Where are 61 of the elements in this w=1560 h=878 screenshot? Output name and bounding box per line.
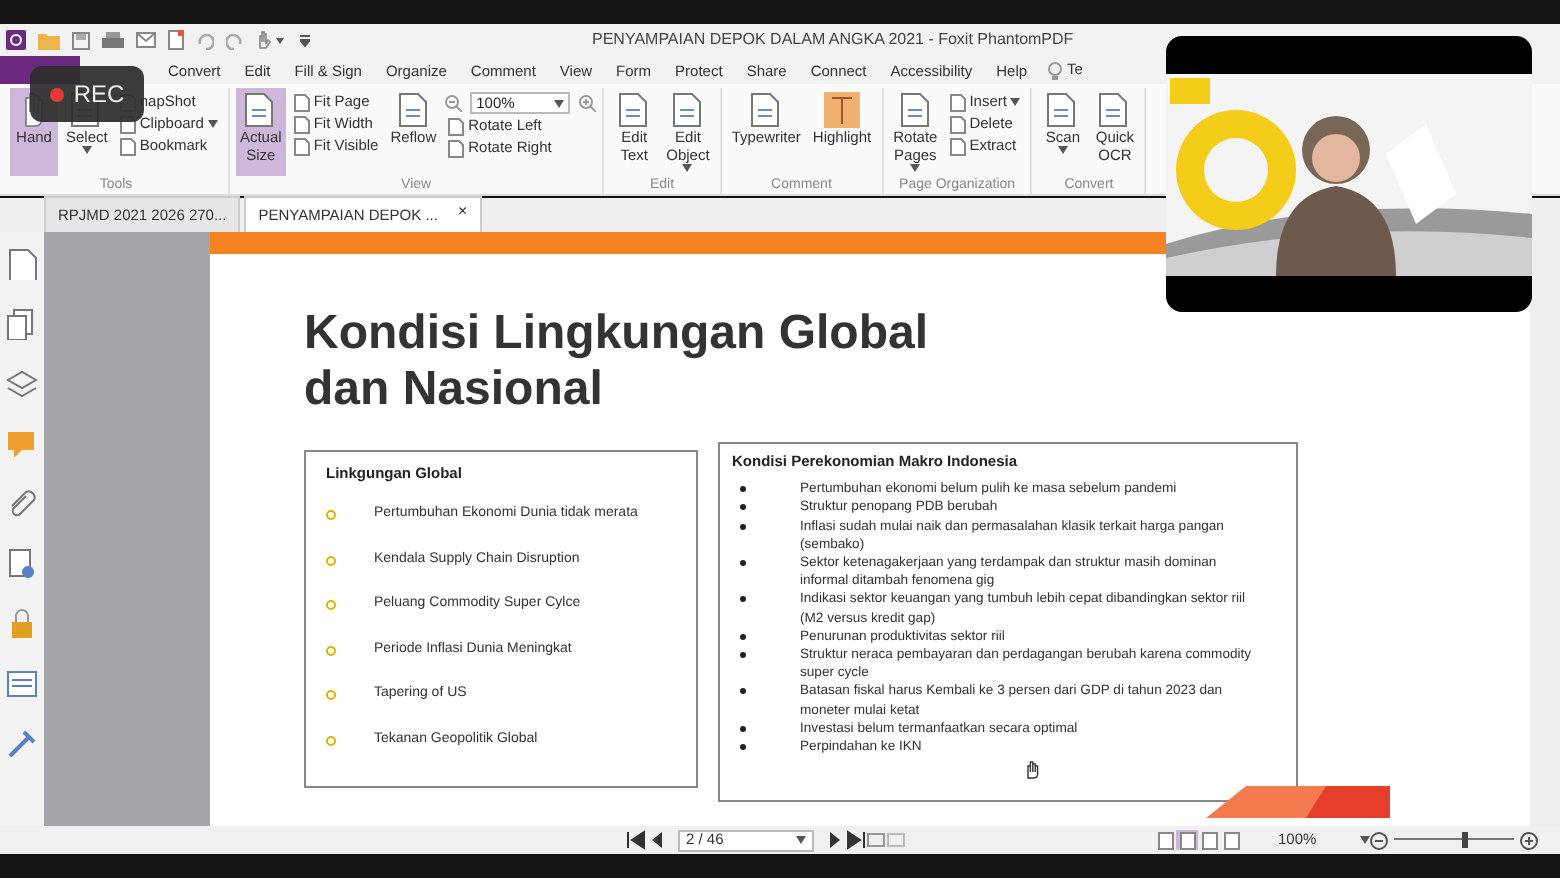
last-page-icon[interactable] xyxy=(846,830,866,850)
new-page-icon[interactable] xyxy=(168,30,184,50)
page-icon[interactable] xyxy=(6,248,38,280)
bullet-icon xyxy=(740,688,746,695)
bullet-icon xyxy=(326,600,336,610)
signature-icon[interactable] xyxy=(6,548,38,580)
page-icon xyxy=(616,92,653,128)
page-icon xyxy=(395,92,432,128)
window-title: PENYAMPAIAN DEPOK DALAM ANGKA 2021 - Foxit PhantomPDF xyxy=(592,28,1074,52)
bullet-icon xyxy=(740,596,746,603)
page-icon xyxy=(748,92,785,128)
page-icon xyxy=(1044,92,1081,128)
bullet-icon xyxy=(326,735,336,745)
bullet-icon xyxy=(326,555,336,565)
page-icon xyxy=(897,92,934,128)
bullet-icon xyxy=(740,652,746,659)
app-logo-icon[interactable] xyxy=(6,30,26,50)
attachment-icon[interactable] xyxy=(6,488,38,520)
hand-dropdown-icon[interactable] xyxy=(256,30,288,50)
lightbulb-icon xyxy=(1047,61,1062,79)
page-icon xyxy=(669,92,706,128)
bullet-icon xyxy=(740,744,746,751)
bullet-icon xyxy=(740,725,746,732)
undo-icon[interactable] xyxy=(196,31,214,49)
destination-icon[interactable] xyxy=(6,668,38,700)
layers-icon[interactable] xyxy=(6,368,38,400)
caret-icon xyxy=(554,99,565,107)
first-page-icon[interactable] xyxy=(626,830,646,850)
bullet-icon xyxy=(326,690,336,700)
slide-title: Kondisi Lingkungan Global dan Nasional xyxy=(304,306,930,418)
redo-icon[interactable] xyxy=(226,31,244,49)
mail-icon[interactable] xyxy=(136,32,156,48)
page-icon xyxy=(1096,92,1133,128)
print-icon[interactable] xyxy=(102,31,124,49)
close-button[interactable]: × xyxy=(457,203,468,226)
customize-icon[interactable] xyxy=(300,33,310,47)
bullet-icon xyxy=(326,645,336,655)
caret-icon xyxy=(796,836,806,844)
bullet-icon xyxy=(740,523,746,530)
pages-icon[interactable] xyxy=(6,308,38,340)
bullet-icon xyxy=(740,560,746,567)
view-mode-button[interactable] xyxy=(1176,830,1198,850)
lock-icon[interactable] xyxy=(6,608,38,640)
bullet-icon xyxy=(326,510,336,520)
page-icon xyxy=(242,92,279,128)
view-mode-button[interactable] xyxy=(1154,830,1176,850)
view-mode-button[interactable] xyxy=(1198,830,1220,850)
bullet-icon xyxy=(740,633,746,640)
save-icon[interactable] xyxy=(72,31,90,49)
caret-icon xyxy=(1360,836,1371,844)
zoom-in-icon[interactable] xyxy=(578,94,597,112)
zoom-out-icon[interactable] xyxy=(1370,831,1389,849)
view-mode-button[interactable] xyxy=(1220,830,1242,850)
bullet-icon xyxy=(740,504,746,511)
zoom-slider[interactable] xyxy=(1394,830,1515,850)
tool-icon[interactable] xyxy=(6,728,38,760)
slider-thumb[interactable] xyxy=(1462,832,1469,848)
zoom-out-icon[interactable] xyxy=(444,94,463,112)
zoom-in-icon[interactable] xyxy=(1520,831,1539,849)
hand-cursor-icon xyxy=(1024,759,1042,780)
bullet-icon xyxy=(740,486,746,493)
